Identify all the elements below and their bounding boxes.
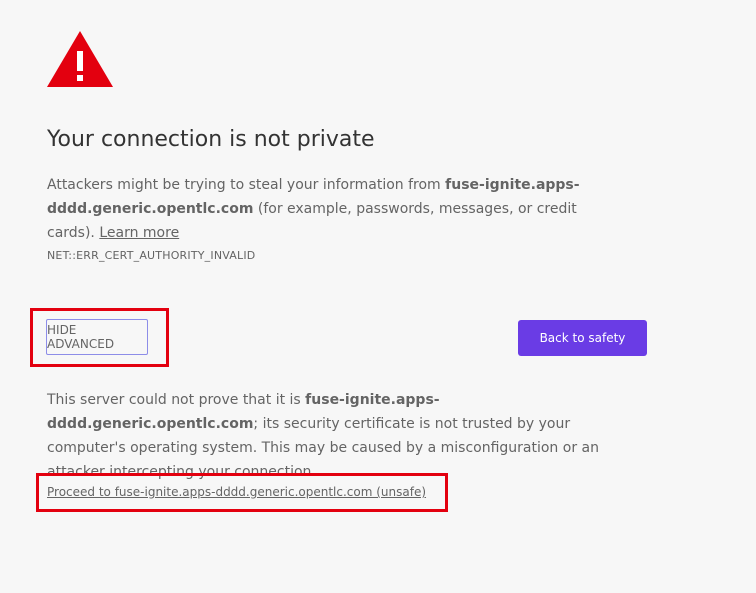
details-message: This server could not prove that it is f…	[47, 388, 647, 484]
proceed-unsafe-link[interactable]: Proceed to fuse-ignite.apps-dddd.generic…	[47, 485, 426, 499]
hide-advanced-button[interactable]: HIDE ADVANCED	[46, 319, 148, 355]
page-title: Your connection is not private	[47, 127, 375, 152]
error-code: NET::ERR_CERT_AUTHORITY_INVALID	[47, 249, 256, 262]
learn-more-link[interactable]: Learn more	[99, 225, 179, 241]
interstitial-page: Your connection is not private Attackers…	[0, 0, 756, 593]
warning-triangle-icon	[47, 31, 113, 87]
main-message-text: Attackers might be trying to steal your …	[47, 177, 446, 193]
back-to-safety-button[interactable]: Back to safety	[518, 320, 647, 356]
main-message: Attackers might be trying to steal your …	[47, 173, 627, 245]
details-text: This server could not prove that it is	[47, 392, 306, 408]
